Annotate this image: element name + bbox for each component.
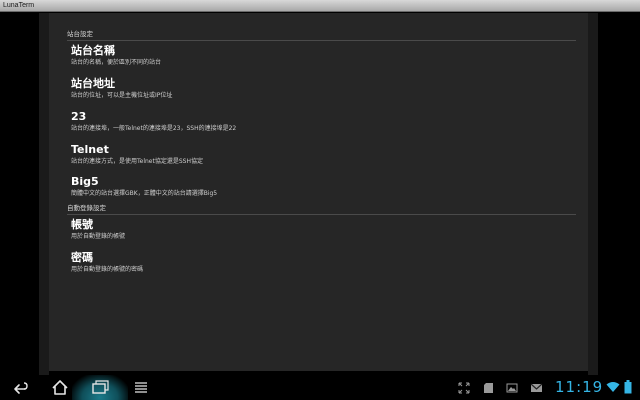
pref-port[interactable]: 23 站台的連接埠，一般Telnet的連接埠是23，SSH的連接埠是22 bbox=[71, 110, 551, 133]
pref-password[interactable]: 密碼 用於自動登錄的帳號的密碼 bbox=[71, 251, 551, 274]
back-icon bbox=[14, 382, 28, 394]
home-icon bbox=[52, 380, 68, 395]
recent-apps-button[interactable] bbox=[90, 375, 110, 400]
pref-site-address[interactable]: 站台地址 站台的位址，可以是主機位址或IP位址 bbox=[71, 77, 551, 100]
pref-title: 站台地址 bbox=[71, 77, 115, 90]
gallery-icon bbox=[506, 383, 518, 393]
home-button[interactable] bbox=[50, 375, 70, 400]
settings-screen: 站台設定 站台名稱 站台的名稱，便於區別不同的站台 站台地址 站台的位址，可以是… bbox=[0, 13, 640, 375]
pref-summary: 用於自動登錄的帳號的密碼 bbox=[71, 266, 144, 273]
pref-summary: 簡體中文的站台選擇GBK，正體中文的站台請選擇Big5 bbox=[71, 190, 218, 197]
fullscreen-icon[interactable] bbox=[458, 382, 470, 394]
panel-shadow-left bbox=[39, 13, 49, 375]
battery-icon bbox=[624, 380, 632, 394]
pref-summary: 站台的位址，可以是主機位址或IP位址 bbox=[71, 92, 173, 99]
pref-title: 密碼 bbox=[71, 251, 93, 264]
pref-summary: 用於自動登錄的帳號 bbox=[71, 233, 126, 240]
pref-account[interactable]: 帳號 用於自動登錄的帳號 bbox=[71, 218, 551, 241]
status-clock: 11:19 bbox=[555, 378, 604, 396]
pref-title: 23 bbox=[71, 110, 87, 123]
menu-icon bbox=[135, 382, 147, 393]
sd-card-icon bbox=[484, 383, 493, 393]
preferences-panel: 站台設定 站台名稱 站台的名稱，便於區別不同的站台 站台地址 站台的位址，可以是… bbox=[49, 13, 588, 371]
pref-encoding[interactable]: Big5 簡體中文的站台選擇GBK，正體中文的站台請選擇Big5 bbox=[71, 175, 551, 198]
pref-title: Telnet bbox=[71, 143, 109, 156]
section-header-site-settings: 站台設定 bbox=[67, 29, 576, 41]
pref-title: Big5 bbox=[71, 175, 99, 188]
panel-shadow-right bbox=[588, 13, 598, 375]
recent-apps-icon bbox=[92, 380, 109, 394]
window-titlebar: LunaTerm bbox=[0, 0, 640, 12]
pref-site-name[interactable]: 站台名稱 站台的名稱，便於區別不同的站台 bbox=[71, 44, 551, 67]
app-title: LunaTerm bbox=[3, 2, 35, 9]
pref-title: 帳號 bbox=[71, 218, 93, 231]
back-button[interactable] bbox=[10, 375, 30, 400]
section-header-auto-login: 自動登錄設定 bbox=[67, 203, 576, 215]
pref-summary: 站台的名稱，便於區別不同的站台 bbox=[71, 59, 162, 66]
menu-button[interactable] bbox=[132, 375, 152, 400]
pref-title: 站台名稱 bbox=[71, 44, 115, 57]
wifi-icon bbox=[606, 382, 620, 392]
pref-protocol[interactable]: Telnet 站台的連接方式，是使用Telnet協定還是SSH協定 bbox=[71, 143, 551, 166]
system-bar: 11:19 bbox=[0, 375, 640, 400]
gmail-icon bbox=[530, 383, 543, 392]
pref-summary: 站台的連接方式，是使用Telnet協定還是SSH協定 bbox=[71, 158, 203, 165]
pref-summary: 站台的連接埠，一般Telnet的連接埠是23，SSH的連接埠是22 bbox=[71, 125, 237, 132]
